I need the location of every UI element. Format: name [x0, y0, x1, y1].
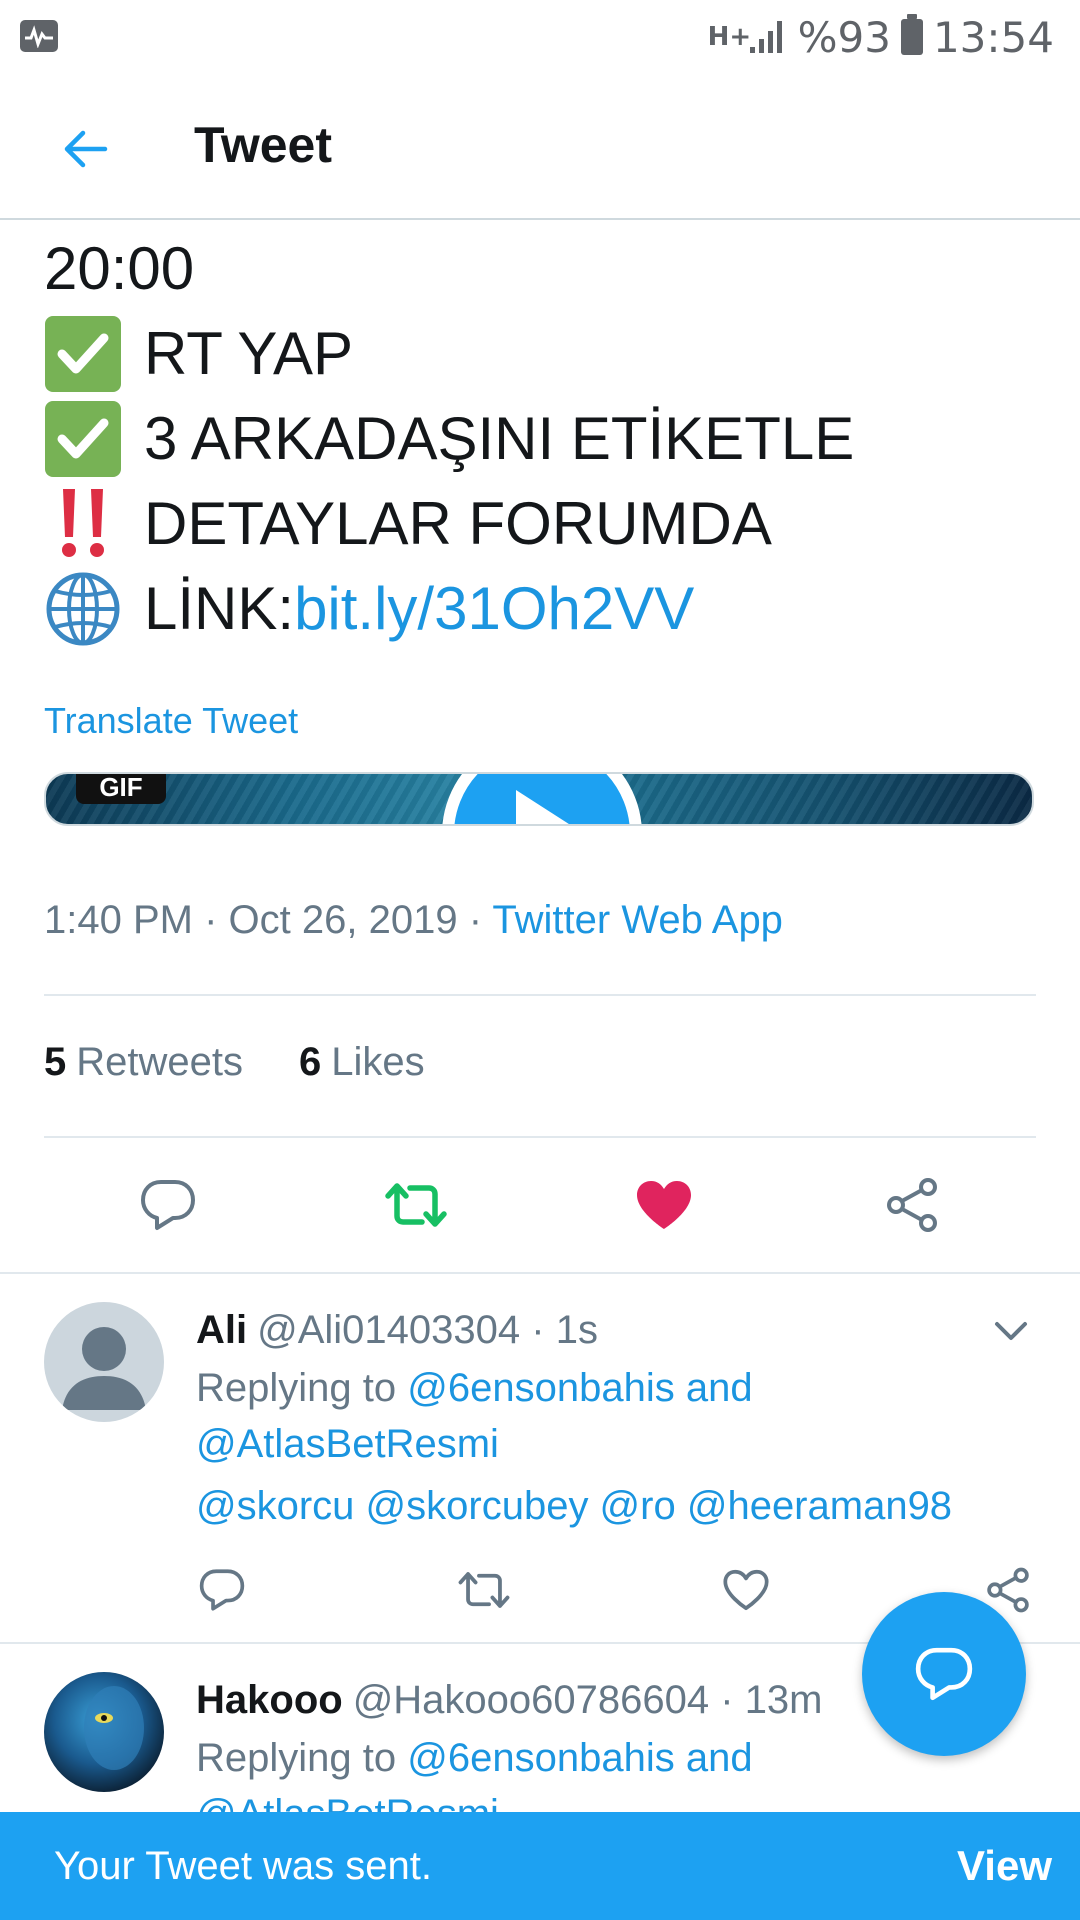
reply-icon	[141, 1180, 195, 1230]
double-exclamation-icon	[44, 485, 122, 563]
reply-menu-button[interactable]	[986, 1306, 1036, 1356]
tweet-line-text: 20:00	[44, 235, 195, 302]
signal-strength-icon	[749, 21, 782, 53]
tweet-line: LİNK: bit.ly/31Oh2VV	[44, 566, 1044, 651]
like-button[interactable]	[629, 1170, 699, 1240]
chevron-down-icon	[995, 1322, 1027, 1340]
replying-to-line: Replying to @6ensonbahis and	[196, 1366, 753, 1411]
heart-icon	[637, 1181, 691, 1229]
tweet-timestamp: 1:40 PM · Oct 26, 2019 · Twitter Web App	[44, 898, 783, 942]
reply-age: 13m	[744, 1678, 823, 1722]
default-profile-icon	[62, 1327, 146, 1410]
reply-age: 1s	[555, 1308, 598, 1352]
reply-button[interactable]	[133, 1170, 203, 1240]
reply-button[interactable]	[192, 1560, 252, 1620]
status-time: 13:54	[932, 12, 1054, 62]
share-icon	[987, 1567, 1029, 1613]
profile-photo	[84, 1686, 144, 1770]
mention-link[interactable]: @6ensonbahis	[407, 1366, 674, 1410]
battery-icon	[900, 14, 923, 55]
reply-header: Ali @Ali01403304 · 1s	[196, 1308, 598, 1352]
check-mark-icon	[44, 315, 122, 393]
retweets-count: 5	[44, 1040, 67, 1084]
divider	[44, 994, 1036, 996]
gif-badge: GIF	[76, 774, 166, 804]
snackbar-message: Your Tweet was sent.	[54, 1844, 433, 1888]
likes-stat[interactable]: 6 Likes	[299, 1040, 425, 1085]
retweet-button[interactable]	[381, 1170, 451, 1240]
status-indicators: H+ %93 13:54	[708, 12, 1054, 62]
divider	[44, 1136, 1036, 1138]
tweet-line: 3 ARKADAŞINI ETİKETLE	[44, 396, 1044, 481]
retweets-label: Retweets	[76, 1040, 243, 1084]
tweet-line: RT YAP	[44, 311, 1044, 396]
reply-text-mentions[interactable]: @skorcu @skorcubey @ro @heeraman98	[196, 1484, 952, 1528]
tweet-link[interactable]: bit.ly/31Oh2VV	[294, 566, 694, 651]
retweets-stat[interactable]: 5 Retweets	[44, 1040, 243, 1085]
snackbar: Your Tweet was sent. View	[0, 1812, 1080, 1920]
tweet-line-text: 3 ARKADAŞINI ETİKETLE	[144, 405, 855, 472]
retweet-button[interactable]	[454, 1560, 514, 1620]
network-type-label: H+	[707, 22, 752, 52]
arrow-left-icon	[64, 130, 108, 168]
replying-to-line: @AtlasBetResmi	[196, 1422, 499, 1467]
tweet-date: Oct 26, 2019	[228, 898, 458, 942]
replying-to-label: Replying to	[196, 1366, 397, 1410]
activity-monitor-icon	[20, 20, 58, 52]
like-button[interactable]	[716, 1560, 776, 1620]
snackbar-view-button[interactable]: View	[957, 1842, 1052, 1890]
share-icon	[887, 1178, 937, 1232]
likes-label: Likes	[331, 1040, 425, 1084]
tweet-text: 20:00 RT YAP 3 ARKADAŞINI ETİKETLE DETAY…	[44, 226, 1044, 651]
reply-author-name[interactable]: Hakooo	[196, 1678, 343, 1722]
translate-tweet-link[interactable]: Translate Tweet	[44, 700, 298, 742]
share-button[interactable]	[877, 1170, 947, 1240]
tweet-line-text: RT YAP	[144, 320, 354, 387]
check-mark-icon	[44, 400, 122, 478]
reply-icon	[199, 1569, 245, 1611]
top-app-bar: Tweet	[0, 74, 1080, 220]
replying-to-label: Replying to	[196, 1736, 397, 1780]
reply-text: @skorcu @skorcubey @ro @heeraman98	[196, 1484, 952, 1529]
heart-outline-icon	[723, 1569, 769, 1611]
globe-icon	[44, 570, 122, 648]
avatar[interactable]	[44, 1672, 164, 1792]
tweet-action-bar	[0, 1170, 1080, 1240]
tweet-line: 20:00	[44, 226, 1044, 311]
tweet-time: 1:40 PM	[44, 898, 193, 942]
mention-link[interactable]: @6ensonbahis	[407, 1736, 674, 1780]
tweet-media-gif[interactable]: GIF	[44, 772, 1034, 826]
retweet-icon	[458, 1572, 510, 1608]
reply-header: Hakooo @Hakooo60786604 · 13m	[196, 1678, 823, 1722]
tweet-line-text: LİNK:	[144, 575, 295, 642]
and-label: and	[685, 1736, 753, 1780]
replying-to-line: Replying to @6ensonbahis and	[196, 1736, 753, 1781]
mention-link[interactable]: @AtlasBetResmi	[196, 1792, 499, 1812]
reply-author-handle[interactable]: @Hakooo60786604	[353, 1678, 709, 1722]
replying-to-line: @AtlasBetResmi	[196, 1792, 499, 1812]
avatar[interactable]	[44, 1302, 164, 1422]
battery-percentage: %93	[797, 12, 891, 62]
compose-reply-fab[interactable]	[862, 1592, 1026, 1756]
tweet-line: DETAYLAR FORUMDA	[44, 481, 1044, 566]
likes-count: 6	[299, 1040, 322, 1084]
play-button[interactable]	[442, 774, 642, 824]
reply-author-name[interactable]: Ali	[196, 1308, 247, 1352]
status-bar: H+ %93 13:54	[0, 0, 1080, 74]
reply-icon	[915, 1647, 973, 1701]
and-label: and	[685, 1366, 753, 1410]
reply-author-handle[interactable]: @Ali01403304	[257, 1308, 520, 1352]
play-icon	[516, 790, 569, 824]
retweet-icon	[385, 1183, 447, 1227]
mention-link[interactable]: @AtlasBetResmi	[196, 1422, 499, 1466]
tweet-stats: 5 Retweets 6 Likes	[44, 1040, 425, 1085]
tweet-source-link[interactable]: Twitter Web App	[492, 898, 783, 942]
tweet-line-text: DETAYLAR FORUMDA	[144, 490, 772, 557]
page-title: Tweet	[194, 117, 332, 173]
reply-tweet[interactable]: Ali @Ali01403304 · 1s Replying to @6enson…	[0, 1274, 1080, 1640]
back-button[interactable]	[50, 114, 120, 184]
